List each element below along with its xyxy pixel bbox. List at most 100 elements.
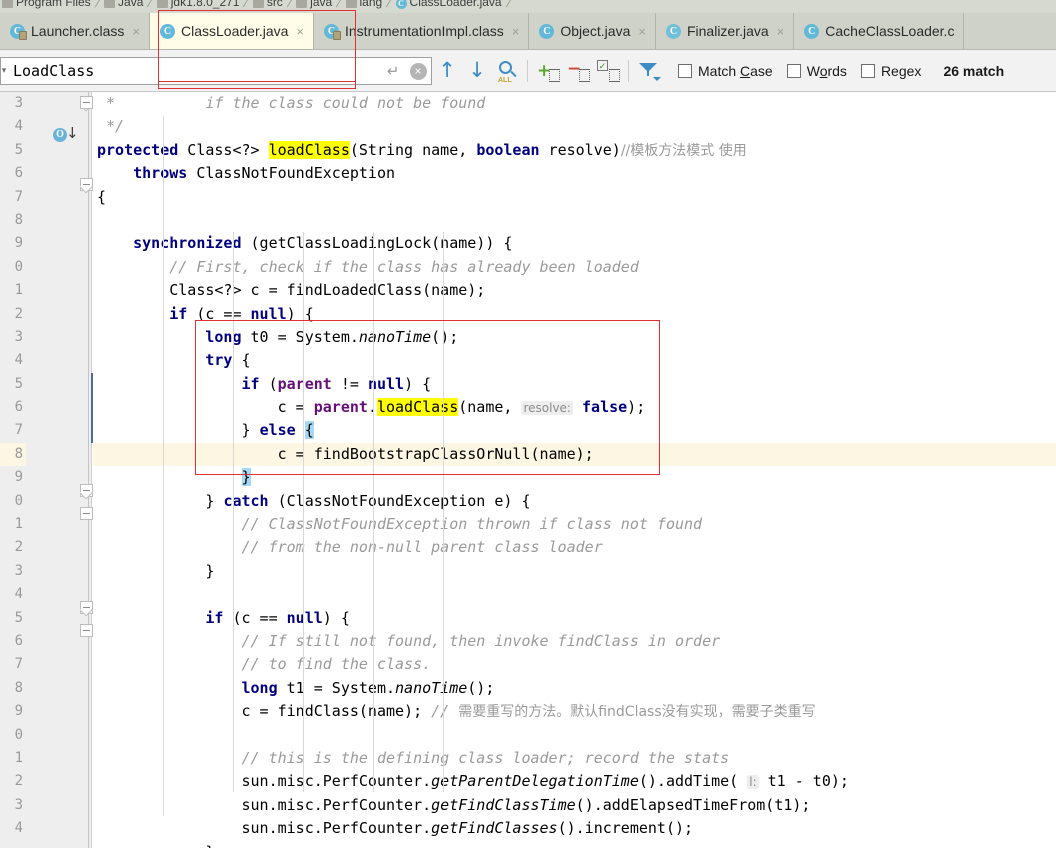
fold-marker-collapse[interactable] <box>80 624 93 637</box>
find-next-button[interactable]: ↓ <box>462 56 492 86</box>
add-occurrence-button[interactable]: + <box>533 56 563 86</box>
code-text-area[interactable]: * if the class could not be found */ prot… <box>93 92 1056 848</box>
code-line[interactable]: { <box>93 186 1056 209</box>
code-token: sun.misc.PerfCounter. <box>97 772 432 791</box>
search-input[interactable]: ▾ LoadClass ↵ × <box>0 56 432 85</box>
code-token: c = findBootstrapClassOrNull(name); <box>97 444 594 463</box>
chevron-down-icon[interactable]: ▾ <box>0 65 11 76</box>
code-line[interactable]: } catch (ClassNotFoundException e) { <box>93 490 1056 513</box>
breadcrumb-item-4[interactable]: java <box>294 0 334 9</box>
code-folding-column[interactable] <box>80 92 93 848</box>
code-line[interactable]: * if the class could not be found <box>93 92 1056 115</box>
search-match-highlight: loadClass <box>268 140 350 159</box>
code-editor[interactable]: 34567890123456789012345678901234 O ↓ * i… <box>0 92 1056 848</box>
override-method-marker-icon[interactable]: O ↓ <box>53 126 79 144</box>
match-case-checkbox[interactable]: Match Case <box>678 63 773 79</box>
code-line[interactable] <box>93 209 1056 232</box>
words-checkbox[interactable]: Words <box>786 62 847 79</box>
code-line[interactable]: Class<?> c = findLoadedClass(name); <box>93 279 1056 302</box>
code-line[interactable]: sun.misc.PerfCounter.getFindClasses().in… <box>93 817 1056 840</box>
code-line[interactable]: // this is the defining class loader; re… <box>93 747 1056 770</box>
line-number: 5 <box>14 609 23 626</box>
tab-label: Finalizer.java <box>686 23 769 39</box>
code-line[interactable] <box>93 583 1056 606</box>
code-token: ().addTime( <box>638 772 748 791</box>
code-line[interactable]: } <box>93 466 1056 489</box>
modified-lines-stripe <box>91 373 93 443</box>
close-icon[interactable]: × <box>638 24 646 39</box>
editor-gutter[interactable]: 3 4 5 6 7 8 9 0 1 2 3 4 5 6 7 8 9 0 1 2 3 4 5 6 7 8 9 0 1 2 3 4 O ↓ <box>0 92 93 848</box>
tab-object-java[interactable]: C Object.java × <box>529 13 656 49</box>
breadcrumb-item-6[interactable]: C ClassLoader.java <box>394 0 504 9</box>
search-match-highlight: loadClass <box>376 398 459 417</box>
indent-guide <box>443 232 444 792</box>
fold-marker-collapse[interactable] <box>80 96 93 109</box>
code-line[interactable]: if (c == null) { <box>93 607 1056 630</box>
arrow-up-icon: ↑ <box>438 58 456 82</box>
code-token: synchronized <box>133 234 242 253</box>
tab-launcher-class[interactable]: C Launcher.class × <box>0 13 150 49</box>
code-line[interactable]: sun.misc.PerfCounter.getParentDelegation… <box>93 770 1056 793</box>
code-line[interactable]: try { <box>93 349 1056 372</box>
enter-icon[interactable]: ↵ <box>381 62 405 80</box>
tab-instrumentationimpl-class[interactable]: C InstrumentationImpl.class × <box>314 13 530 49</box>
close-icon[interactable]: × <box>296 24 304 39</box>
code-line[interactable]: } else { <box>93 419 1056 442</box>
code-line[interactable]: if (parent != null) { <box>93 373 1056 396</box>
fold-region-end-icon[interactable] <box>80 609 93 616</box>
code-line[interactable]: sun.misc.PerfCounter.getFindClassTime().… <box>93 794 1056 817</box>
remove-occurrence-button[interactable]: − <box>563 56 593 86</box>
code-line[interactable]: // to find the class. <box>93 653 1056 676</box>
words-label: Words <box>806 62 847 79</box>
code-line[interactable]: if (c == null) { <box>93 303 1056 326</box>
code-line[interactable]: } <box>93 841 1056 848</box>
code-line[interactable]: long t1 = System.nanoTime(); <box>93 677 1056 700</box>
code-line[interactable]: c = findBootstrapClassOrNull(name); <box>93 442 1056 467</box>
code-line[interactable]: */ <box>93 115 1056 138</box>
tab-finalizer-java[interactable]: C Finalizer.java × <box>655 13 795 49</box>
close-icon[interactable]: × <box>512 24 520 39</box>
fold-region-end-icon[interactable] <box>80 186 93 193</box>
find-previous-button[interactable]: ↑ <box>432 56 462 86</box>
code-line[interactable]: c = findClass(name); // 需要重写的方法。默认findCl… <box>93 700 1056 723</box>
fold-region-end-icon[interactable] <box>80 492 93 499</box>
line-number: 6 <box>14 632 23 649</box>
tab-cacheclassloader[interactable]: C CacheClassLoader.c <box>794 13 965 49</box>
breadcrumb-item-1[interactable]: Java <box>102 0 145 9</box>
code-line[interactable]: // If still not found, then invoke findC… <box>93 630 1056 653</box>
find-all-button[interactable]: ALL <box>492 56 522 86</box>
fold-marker-collapse[interactable] <box>80 507 93 520</box>
filter-button[interactable] <box>634 56 664 86</box>
code-line[interactable]: synchronized (getClassLoadingLock(name))… <box>93 232 1056 255</box>
breadcrumb-item-5[interactable]: lang <box>344 0 385 9</box>
select-all-occurrences-button[interactable]: ✓ <box>593 56 623 86</box>
code-token: ) { <box>404 374 432 393</box>
code-line[interactable]: protected Class<?> loadClass(String name… <box>93 139 1056 162</box>
code-line[interactable]: throws ClassNotFoundException <box>93 162 1056 185</box>
code-line[interactable]: // ClassNotFoundException thrown if clas… <box>93 513 1056 536</box>
close-icon[interactable]: × <box>777 24 785 39</box>
breadcrumb-item-0[interactable]: Program Files <box>0 0 93 9</box>
tab-label: Object.java <box>560 23 631 39</box>
code-token: getFindClasses <box>431 819 558 838</box>
toolbar-divider <box>628 59 629 82</box>
breadcrumb-label: ClassLoader.java <box>409 0 502 9</box>
clear-search-button[interactable]: × <box>405 62 431 80</box>
breadcrumb-item-2[interactable]: jdk1.8.0_271 <box>155 0 242 9</box>
code-line[interactable] <box>93 724 1056 747</box>
code-token: // <box>431 702 459 721</box>
code-line[interactable]: // from the non-null parent class loader <box>93 536 1056 559</box>
code-line[interactable]: } <box>93 560 1056 583</box>
close-icon[interactable]: × <box>132 24 140 39</box>
code-line[interactable]: // First, check if the class has already… <box>93 256 1056 279</box>
code-line[interactable]: long t0 = System.nanoTime(); <box>93 326 1056 349</box>
code-token: // this is the defining class loader; re… <box>241 748 730 767</box>
tab-classloader-java[interactable]: C ClassLoader.java × <box>150 13 314 49</box>
code-token: long <box>205 327 242 346</box>
code-line[interactable]: c = parent.loadClass(name, resolve: fals… <box>93 396 1056 419</box>
regex-checkbox[interactable]: Regex <box>860 62 922 79</box>
regex-label: Regex <box>880 62 922 79</box>
breadcrumb-item-3[interactable]: src <box>251 0 285 9</box>
